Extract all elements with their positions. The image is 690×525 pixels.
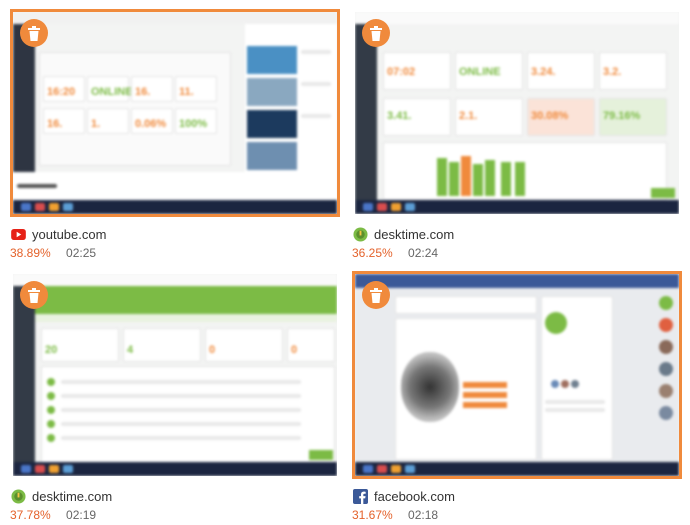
site-domain: youtube.com xyxy=(32,226,107,242)
screenshot-thumbnail[interactable] xyxy=(352,271,682,479)
site-domain: desktime.com xyxy=(32,488,113,504)
delete-button[interactable] xyxy=(362,19,390,47)
capture-time: 02:19 xyxy=(66,508,97,522)
activity-percent: 36.25% xyxy=(352,246,393,260)
trash-icon xyxy=(28,287,40,303)
screenshot-card[interactable]: 20 4 0 0 desktime.com 37.78% 02:19 xyxy=(10,271,340,522)
blurred-screen-content: 16:20 ONLINE 16. 11. 16. 1. 0.06% 100% xyxy=(13,12,337,214)
site-domain: facebook.com xyxy=(374,488,455,504)
screenshot-thumbnail[interactable]: 20 4 0 0 xyxy=(10,271,340,479)
activity-percent: 38.89% xyxy=(10,246,51,260)
activity-percent: 37.78% xyxy=(10,508,51,522)
site-domain: desktime.com xyxy=(374,226,455,242)
screenshot-thumbnail[interactable]: 07:02 ONLINE 3.24. 3.2. 3.41. 2.1. 30.08… xyxy=(352,9,682,217)
screenshot-thumbnail[interactable]: 16:20 ONLINE 16. 11. 16. 1. 0.06% 100% xyxy=(10,9,340,217)
capture-time: 02:18 xyxy=(408,508,439,522)
capture-time: 02:25 xyxy=(66,246,97,260)
trash-icon xyxy=(28,25,40,41)
activity-percent: 31.67% xyxy=(352,508,393,522)
capture-time: 02:24 xyxy=(408,246,439,260)
trash-icon xyxy=(370,25,382,41)
desktime-icon xyxy=(10,488,26,504)
screenshot-card[interactable]: facebook.com 31.67% 02:18 xyxy=(352,271,682,522)
delete-button[interactable] xyxy=(20,19,48,47)
blurred-screen-content: 07:02 ONLINE 3.24. 3.2. 3.41. 2.1. 30.08… xyxy=(355,12,679,214)
desktime-icon xyxy=(352,226,368,242)
screenshot-card[interactable]: 16:20 ONLINE 16. 11. 16. 1. 0.06% 100% y… xyxy=(10,9,340,260)
screenshot-card[interactable]: 07:02 ONLINE 3.24. 3.2. 3.41. 2.1. 30.08… xyxy=(352,9,682,260)
facebook-icon xyxy=(352,488,368,504)
trash-icon xyxy=(370,287,382,303)
delete-button[interactable] xyxy=(362,281,390,309)
blurred-screen-content xyxy=(355,274,679,476)
delete-button[interactable] xyxy=(20,281,48,309)
blurred-screen-content: 20 4 0 0 xyxy=(13,274,337,476)
youtube-icon xyxy=(10,226,26,242)
